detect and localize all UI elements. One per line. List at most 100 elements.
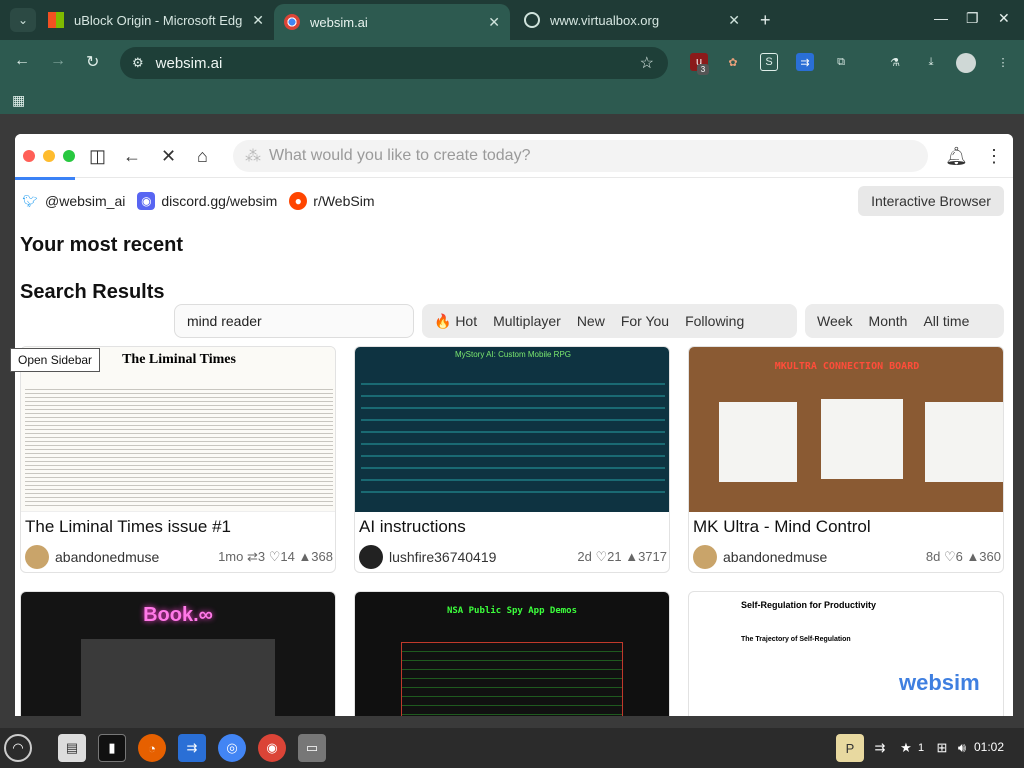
new-tab-button[interactable]: + (760, 10, 771, 31)
home-icon[interactable]: ⌂ (197, 146, 208, 167)
green-dot-icon[interactable] (63, 150, 75, 162)
remote-desktop-icon[interactable]: ⇉ (796, 53, 814, 71)
loading-progress (15, 177, 75, 180)
card-meta: abandonedmuse 8d ♡6 ▲360 (693, 545, 1001, 569)
card-stats: 2d ♡21 ▲3717 (577, 549, 667, 564)
project-card[interactable]: NSA Public Spy App Demos (354, 591, 670, 716)
card-thumbnail: MyStory AI: Custom Mobile RPG (355, 347, 669, 512)
reddit-link[interactable]: ● r/WebSim (289, 192, 375, 210)
project-card[interactable]: MKULTRA CONNECTION BOARD MK Ultra - Mind… (688, 346, 1004, 573)
sidebar-toggle-icon[interactable]: ◫ (89, 146, 106, 167)
red-dot-icon[interactable] (23, 150, 35, 162)
close-icon[interactable]: ✕ (488, 14, 500, 31)
s-extension-icon[interactable]: S (760, 53, 778, 71)
download-icon[interactable]: ⤓ (922, 53, 940, 71)
recent-heading: Your most recent (20, 234, 183, 256)
back-icon[interactable]: ← (14, 52, 30, 70)
tab-following[interactable]: Following (677, 313, 752, 329)
puzzle-icon[interactable]: ⧉ (832, 53, 850, 71)
labs-flask-icon[interactable]: ⚗ (886, 53, 904, 71)
thumb-headline: NSA Public Spy App Demos (446, 606, 578, 616)
volume-icon[interactable]: 🔊︎ (948, 734, 976, 762)
card-author[interactable]: lushfire36740419 (389, 549, 496, 565)
tab-week[interactable]: Week (809, 313, 861, 329)
chromium-icon[interactable]: ◎ (218, 734, 246, 762)
card-stats: 1mo ⇄3 ♡14 ▲368 (218, 549, 333, 564)
tab-new[interactable]: New (569, 313, 613, 329)
address-bar[interactable]: ⚙ websim.ai ☆ (120, 47, 668, 79)
websim-toolbar: ◫ ← ✕ ⌂ ⁂ What would you like to create … (15, 134, 1013, 180)
tab-search-button[interactable]: ⌄ (10, 8, 36, 32)
thumb-panel (81, 639, 275, 716)
tab-multiplayer[interactable]: Multiplayer (485, 313, 569, 329)
tab-websim[interactable]: websim.ai ✕ (274, 4, 510, 40)
thumb-note (821, 399, 903, 479)
bookmark-star-icon[interactable]: ☆ (640, 53, 654, 73)
card-stats: 8d ♡6 ▲360 (925, 549, 1001, 564)
stop-icon[interactable]: ✕ (161, 146, 176, 167)
close-icon[interactable]: ✕ (728, 12, 740, 29)
discord-link[interactable]: ◉ discord.gg/websim (137, 192, 277, 210)
interactive-browser-button[interactable]: Interactive Browser (858, 186, 1004, 216)
twitter-link[interactable]: 🐦︎ @websim_ai (21, 192, 125, 210)
results-heading: Search Results (20, 281, 165, 303)
clipboard-icon[interactable]: P (836, 734, 864, 762)
thumb-terminal (401, 642, 623, 716)
tab-month[interactable]: Month (861, 313, 916, 329)
chrome-icon[interactable]: ◉ (258, 734, 286, 762)
twitter-icon: 🐦︎ (22, 194, 38, 208)
reload-icon[interactable]: ↻ (86, 52, 99, 72)
browser-toolbar: ← → ↻ ⚙ websim.ai ☆ u 3 ✿ S ⇉ ⧉ ⚗ ⤓ ⋮ (0, 40, 1024, 86)
bell-icon[interactable]: 🔔︎ (945, 146, 968, 167)
time-tabs: Week Month All time (805, 304, 1004, 338)
thumb-headline: MyStory AI: Custom Mobile RPG (454, 350, 572, 359)
card-meta: abandonedmuse 1mo ⇄3 ♡14 ▲368 (25, 545, 333, 569)
avatar[interactable] (693, 545, 717, 569)
project-card[interactable]: Self-Regulation for Productivity The Tra… (688, 591, 1004, 716)
firefox-icon[interactable]: ◔ (138, 734, 166, 762)
thumb-text-lines (25, 386, 333, 506)
taskbar: ◠ ▤ ▮ ◔ ⇉ ◎ ◉ ▭ P ⇉ ★ 1 ⊞ 🔊︎ 01:02 (0, 728, 1024, 768)
search-input[interactable]: mind reader (174, 304, 414, 338)
start-menu-icon[interactable]: ◠ (4, 734, 32, 762)
notification-icon[interactable]: ★ (896, 734, 916, 762)
menu-kebab-icon[interactable]: ⋮ (985, 146, 1003, 167)
project-card[interactable]: Book.∞ (20, 591, 336, 716)
microsoft-icon (48, 12, 64, 28)
file-manager-icon[interactable]: ▤ (58, 734, 86, 762)
sort-tabs: 🔥 Hot Multiplayer New For You Following (422, 304, 797, 338)
cookie-icon[interactable]: ✿ (724, 53, 742, 71)
bookmarks-bar: ▦ (0, 86, 1024, 114)
back-icon[interactable]: ← (123, 146, 141, 167)
minimize-icon[interactable]: — (934, 10, 948, 26)
terminal-icon[interactable]: ▮ (98, 734, 126, 762)
thumb-headline: MKULTRA CONNECTION BOARD (774, 361, 920, 372)
scanner-icon[interactable]: ▭ (298, 734, 326, 762)
site-info-icon[interactable]: ⚙ (132, 55, 144, 71)
tab-ublock[interactable]: uBlock Origin - Microsoft Edg ✕ (38, 4, 274, 36)
menu-kebab-icon[interactable]: ⋮ (994, 53, 1012, 71)
prompt-input[interactable]: ⁂ What would you like to create today? (233, 140, 928, 172)
card-author[interactable]: abandonedmuse (55, 549, 159, 565)
project-card[interactable]: MyStory AI: Custom Mobile RPG AI instruc… (354, 346, 670, 573)
project-card[interactable]: The Liminal Times The Liminal Times issu… (20, 346, 336, 573)
social-links: 🐦︎ @websim_ai ◉ discord.gg/websim ● r/We… (21, 192, 387, 210)
yellow-dot-icon[interactable] (43, 150, 55, 162)
card-author[interactable]: abandonedmuse (723, 549, 827, 565)
tab-for-you[interactable]: For You (613, 313, 677, 329)
apps-grid-icon[interactable]: ▦ (12, 92, 25, 109)
card-meta: lushfire36740419 2d ♡21 ▲3717 (359, 545, 667, 569)
remote-tray-icon[interactable]: ⇉ (866, 734, 894, 762)
remote-desktop-icon[interactable]: ⇉ (178, 734, 206, 762)
close-window-icon[interactable]: ✕ (998, 10, 1010, 27)
tab-hot[interactable]: 🔥 Hot (426, 313, 485, 330)
forward-icon[interactable]: → (50, 52, 66, 70)
chrome-icon (284, 14, 300, 30)
avatar[interactable] (359, 545, 383, 569)
avatar[interactable] (25, 545, 49, 569)
profile-avatar[interactable] (956, 53, 976, 73)
restore-icon[interactable]: ❐ (966, 10, 979, 27)
close-icon[interactable]: ✕ (252, 12, 264, 29)
tab-virtualbox[interactable]: www.virtualbox.org ✕ (514, 4, 750, 36)
tab-all-time[interactable]: All time (915, 313, 977, 329)
